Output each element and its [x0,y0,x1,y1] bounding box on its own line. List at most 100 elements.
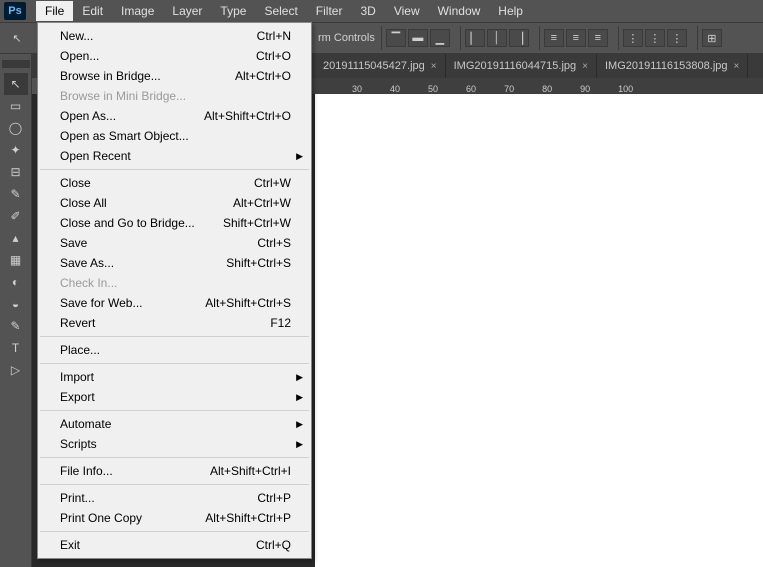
menu-item-shortcut: Ctrl+O [256,49,291,63]
menu-item-open-as-smart-object[interactable]: Open as Smart Object... [38,126,311,146]
tool-6[interactable]: ✐ [4,205,28,227]
menu-item-place[interactable]: Place... [38,340,311,360]
ruler-tick: 90 [580,84,590,94]
ruler-tick: 30 [352,84,362,94]
move-cursor-icon: ↖ [8,29,26,47]
tool-7[interactable]: ▴ [4,227,28,249]
ruler-tick: 50 [428,84,438,94]
menu-file[interactable]: File [36,1,73,21]
distribute-hcenter-icon[interactable]: ⋮ [645,29,665,47]
distribute-vcenter-icon[interactable]: ≡ [566,29,586,47]
tool-5[interactable]: ✎ [4,183,28,205]
menu-item-open-recent[interactable]: Open Recent▶ [38,146,311,166]
options-label: rm Controls [318,32,375,44]
menu-item-close-and-go-to-bridge[interactable]: Close and Go to Bridge...Shift+Ctrl+W [38,213,311,233]
close-icon[interactable]: × [582,61,588,72]
distribute-right-icon[interactable]: ⋮ [667,29,687,47]
menu-item-label: Open as Smart Object... [60,129,189,143]
canvas[interactable] [315,94,763,567]
menu-item-label: File Info... [60,464,113,478]
align-right-icon[interactable]: ▕ [509,29,529,47]
close-icon[interactable]: × [734,61,740,72]
menu-item-label: Print One Copy [60,511,142,525]
menu-item-label: Open Recent [60,149,131,163]
menu-item-label: Automate [60,417,111,431]
tool-3[interactable]: ✦ [4,139,28,161]
menu-item-automate[interactable]: Automate▶ [38,414,311,434]
menu-edit[interactable]: Edit [73,1,112,21]
menu-item-shortcut: Ctrl+S [257,236,291,250]
document-tab[interactable]: IMG20191116044715.jpg× [446,54,597,78]
menu-type[interactable]: Type [211,1,255,21]
tool-8[interactable]: ▦ [4,249,28,271]
close-icon[interactable]: × [431,61,437,72]
distribute-left-icon[interactable]: ⋮ [623,29,643,47]
tab-title: 20191115045427.jpg [323,60,425,72]
menu-item-save[interactable]: Save Ctrl+S [38,233,311,253]
align-top-icon[interactable]: ▔ [386,29,406,47]
document-tab[interactable]: 20191115045427.jpg × [315,54,446,78]
menu-item-close[interactable]: CloseCtrl+W [38,173,311,193]
distribute-bottom-icon[interactable]: ≡ [588,29,608,47]
align-vcenter-icon[interactable]: ▬ [408,29,428,47]
menu-item-new[interactable]: New...Ctrl+N [38,26,311,46]
menu-item-label: Import [60,370,94,384]
menu-help[interactable]: Help [489,1,532,21]
menu-item-print-one-copy[interactable]: Print One CopyAlt+Shift+Ctrl+P [38,508,311,528]
menu-item-exit[interactable]: ExitCtrl+Q [38,535,311,555]
menu-item-file-info[interactable]: File Info...Alt+Shift+Ctrl+I [38,461,311,481]
tool-12[interactable]: T [4,337,28,359]
tools-tab-handle-icon[interactable] [2,60,30,68]
tool-10[interactable]: ◒ [4,293,28,315]
submenu-arrow-icon: ▶ [296,439,303,450]
submenu-arrow-icon: ▶ [296,372,303,383]
menu-item-label: Browse in Bridge... [60,69,161,83]
auto-align-icon[interactable]: ⊞ [702,29,722,47]
menu-item-shortcut: Alt+Ctrl+O [235,69,291,83]
tool-13[interactable]: ▷ [4,359,28,381]
menu-filter[interactable]: Filter [307,1,352,21]
menu-item-shortcut: Ctrl+N [257,29,291,43]
menu-view[interactable]: View [385,1,429,21]
menu-item-label: Close All [60,196,107,210]
menu-item-save-for-web[interactable]: Save for Web...Alt+Shift+Ctrl+S [38,293,311,313]
align-bottom-icon[interactable]: ▁ [430,29,450,47]
tab-title: IMG20191116153808.jpg [605,60,728,72]
menu-item-shortcut: Alt+Shift+Ctrl+O [204,109,291,123]
menu-item-label: Save [60,236,87,250]
align-hcenter-icon[interactable]: │ [487,29,507,47]
ruler-tick: 80 [542,84,552,94]
menu-item-save-as[interactable]: Save As...Shift+Ctrl+S [38,253,311,273]
menu-item-revert[interactable]: RevertF12 [38,313,311,333]
tool-11[interactable]: ✎ [4,315,28,337]
menu-select[interactable]: Select [255,1,306,21]
menu-item-close-all[interactable]: Close All Alt+Ctrl+W [38,193,311,213]
tool-1[interactable]: ▭ [4,95,28,117]
document-tab[interactable]: IMG20191116153808.jpg × [597,54,748,78]
menu-item-open-as[interactable]: Open As... Alt+Shift+Ctrl+O [38,106,311,126]
menu-separator [40,336,309,337]
menu-item-print[interactable]: Print...Ctrl+P [38,488,311,508]
menu-item-label: Open As... [60,109,116,123]
ruler: 30405060708090100 [312,78,763,94]
tool-2[interactable]: ◯ [4,117,28,139]
menu-layer[interactable]: Layer [163,1,211,21]
menu-image[interactable]: Image [112,1,163,21]
menu-item-open[interactable]: Open...Ctrl+O [38,46,311,66]
menu-item-browse-in-bridge[interactable]: Browse in Bridge... Alt+Ctrl+O [38,66,311,86]
menu-item-shortcut: Alt+Ctrl+W [233,196,291,210]
menu-separator [40,531,309,532]
menu-3d[interactable]: 3D [351,1,384,21]
align-left-icon[interactable]: ▏ [465,29,485,47]
distribute-top-icon[interactable]: ≡ [544,29,564,47]
menu-item-scripts[interactable]: Scripts▶ [38,434,311,454]
tool-0[interactable]: ↖ [4,73,28,95]
menu-item-label: Browse in Mini Bridge... [60,89,186,103]
submenu-arrow-icon: ▶ [296,392,303,403]
menu-item-shortcut: Shift+Ctrl+S [226,256,291,270]
tool-9[interactable]: ◐ [4,271,28,293]
tool-4[interactable]: ⊟ [4,161,28,183]
menu-window[interactable]: Window [429,1,490,21]
menu-item-export[interactable]: Export▶ [38,387,311,407]
menu-item-import[interactable]: Import ▶ [38,367,311,387]
